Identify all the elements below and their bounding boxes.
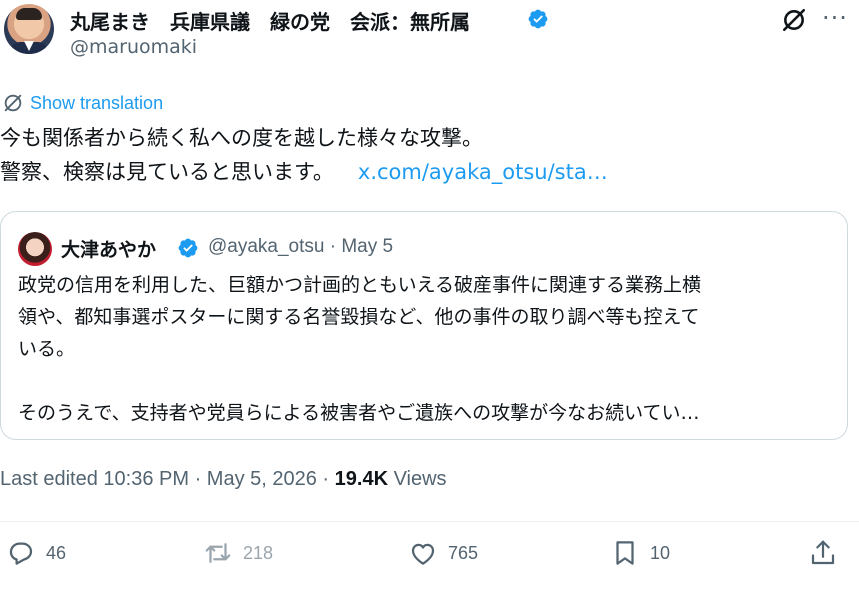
show-translation-link[interactable]: Show translation <box>2 92 163 114</box>
author-avatar[interactable] <box>4 4 54 54</box>
divider <box>0 521 859 522</box>
quote-author-name[interactable]: 大津あやか <box>61 235 156 262</box>
views-count: 19.4K <box>334 468 389 490</box>
tweet-line: 警察、検察は見ていると思います。 <box>0 160 334 184</box>
share-icon <box>811 540 835 565</box>
edited-meta: Last edited 10:36 PM · May 5, 2026 · 19.… <box>0 468 447 491</box>
quoted-tweet[interactable]: 大津あやか @ayaka_otsu · May 5 政党の信用を利用した、巨額か… <box>0 211 848 440</box>
repost-button[interactable]: 218 <box>203 538 273 568</box>
views-label: Views <box>388 468 447 490</box>
more-icon[interactable]: ··· <box>822 4 848 32</box>
verified-badge-icon <box>178 238 198 258</box>
reply-count: 46 <box>46 542 67 563</box>
quote-line: 政党の信用を利用した、巨額かつ計画的ともいえる破産事件に関連する業務上横 <box>18 274 702 296</box>
quote-body: 政党の信用を利用した、巨額かつ計画的ともいえる破産事件に関連する業務上横 領や、… <box>18 269 838 429</box>
quote-line: 領や、都知事選ポスターに関する名誉毀損など、他の事件の取り調べ等も控えて <box>18 306 700 328</box>
quote-line: そのうえで、支持者や党員らによる被害者やご遺族への攻撃が今なお続いてい… <box>18 402 700 424</box>
quote-date[interactable]: May 5 <box>341 236 393 257</box>
avatar-hair <box>16 8 42 20</box>
author-name[interactable]: 丸尾まき 兵庫県議 緑の党 会派：無所属 <box>70 6 470 35</box>
reply-button[interactable]: 46 <box>6 538 66 568</box>
share-button[interactable] <box>808 538 838 568</box>
author-handle[interactable]: @maruomaki <box>70 36 197 58</box>
repost-icon <box>205 543 231 563</box>
tweet-link[interactable]: x.com/ayaka_otsu/sta… <box>358 160 608 184</box>
quote-line: いる。 <box>18 338 76 360</box>
bookmark-icon <box>616 541 634 565</box>
verified-badge-icon <box>528 9 548 29</box>
bookmark-count: 10 <box>650 542 671 563</box>
like-count: 765 <box>448 542 479 563</box>
tweet-text: 今も関係者から続く私への度を越した様々な攻撃。 警察、検察は見ていると思います。… <box>0 121 608 189</box>
like-icon <box>411 543 435 565</box>
translate-icon <box>4 94 22 112</box>
reply-icon <box>9 542 33 565</box>
edited-timestamp[interactable]: Last edited 10:36 PM · May 5, 2026 · <box>0 468 335 490</box>
quote-avatar[interactable] <box>18 232 52 266</box>
quote-meta: @ayaka_otsu · May 5 <box>208 236 393 258</box>
bookmark-button[interactable]: 10 <box>610 538 670 568</box>
like-button[interactable]: 765 <box>408 538 478 568</box>
tweet-line: 今も関係者から続く私への度を越した様々な攻撃。 <box>0 126 483 150</box>
quote-paragraph-gap <box>18 365 838 397</box>
repost-count: 218 <box>243 542 274 563</box>
grok-icon[interactable] <box>781 7 807 33</box>
show-translation-label: Show translation <box>30 92 164 113</box>
quote-separator: · <box>329 236 337 257</box>
tweet-line-2: 警察、検察は見ていると思います。 x.com/ayaka_otsu/sta… <box>0 155 608 189</box>
quote-handle[interactable]: @ayaka_otsu <box>208 236 324 257</box>
